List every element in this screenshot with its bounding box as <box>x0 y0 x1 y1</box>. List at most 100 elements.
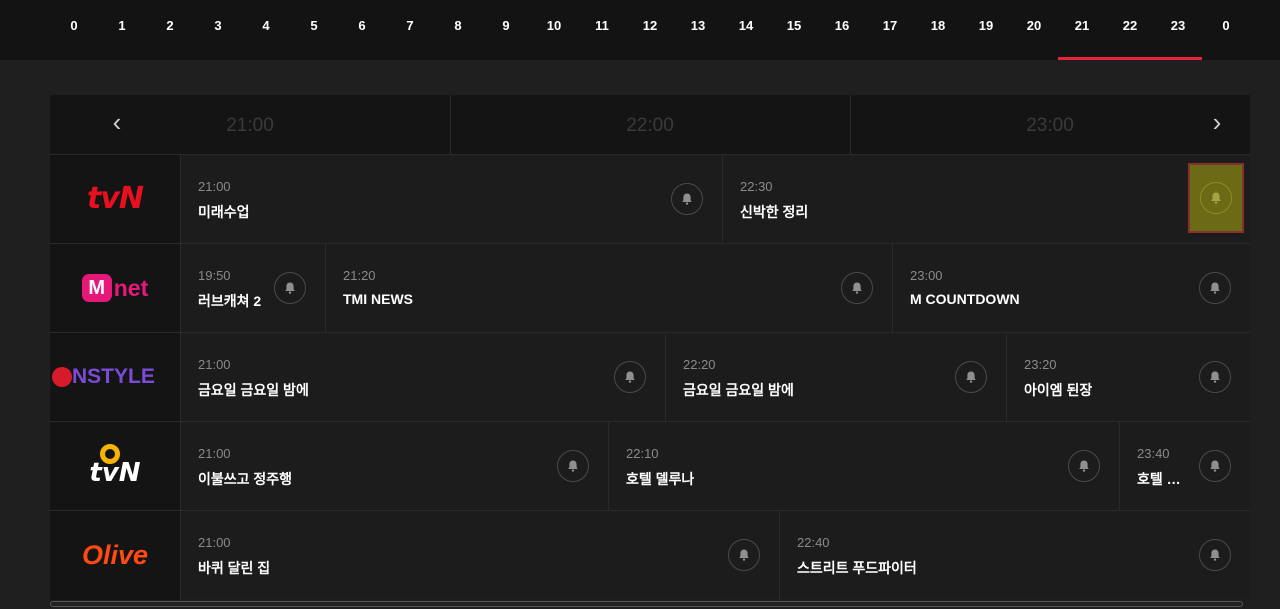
bell-icon[interactable] <box>274 272 306 304</box>
channel-logo-cell[interactable]: tvN <box>50 422 181 511</box>
bell-icon[interactable] <box>955 361 987 393</box>
program-title: 금요일 금요일 밤에 <box>683 382 794 398</box>
hour-8[interactable]: 8 <box>434 0 482 60</box>
bell-icon[interactable] <box>1199 539 1231 571</box>
program-title: 호텔 델루나 <box>626 471 695 487</box>
hour-7[interactable]: 7 <box>386 0 434 60</box>
program-cell[interactable]: 21:20 TMI NEWS <box>326 244 893 333</box>
bell-icon[interactable] <box>1199 272 1231 304</box>
program-time: 23:00 <box>910 268 943 283</box>
chevron-left-icon[interactable]: ‹ <box>100 107 134 141</box>
program-title: 호텔 … <box>1137 471 1181 487</box>
hour-bar: 0 1 2 3 4 5 6 7 8 9 10 11 12 13 14 15 16… <box>0 0 1280 60</box>
mnet-logo-text: net <box>113 275 149 301</box>
hour-17[interactable]: 17 <box>866 0 914 60</box>
hour-18[interactable]: 18 <box>914 0 962 60</box>
program-cell[interactable]: 22:40 스트리트 푸드파이터 <box>780 511 1250 600</box>
channel-logo-cell[interactable]: NSTYLE <box>50 333 181 422</box>
chevron-right-icon[interactable]: › <box>1200 107 1234 141</box>
program-title: 이불쓰고 정주행 <box>198 471 293 487</box>
otvn-logo-text: tvN <box>89 458 141 488</box>
timeline-slot: 22:00 <box>626 115 674 136</box>
program-time: 22:20 <box>683 357 716 372</box>
bell-icon[interactable] <box>557 450 589 482</box>
hour-3[interactable]: 3 <box>194 0 242 60</box>
program-time: 23:40 <box>1137 446 1170 461</box>
channel-logo-cell[interactable]: Olive <box>50 511 181 600</box>
bell-icon[interactable] <box>614 361 646 393</box>
bell-icon[interactable] <box>1068 450 1100 482</box>
hour-10[interactable]: 10 <box>530 0 578 60</box>
program-title: M COUNTDOWN <box>910 291 1020 307</box>
hour-5[interactable]: 5 <box>290 0 338 60</box>
program-title: 스트리트 푸드파이터 <box>797 560 917 576</box>
program-cell[interactable]: 21:00 바퀴 달린 집 <box>181 511 780 600</box>
bell-icon[interactable] <box>841 272 873 304</box>
hour-12[interactable]: 12 <box>626 0 674 60</box>
hour-4[interactable]: 4 <box>242 0 290 60</box>
onstyle-logo-circle <box>52 367 72 387</box>
tvn-logo: tvN <box>86 181 144 216</box>
hour-20[interactable]: 20 <box>1010 0 1058 60</box>
program-time: 21:00 <box>198 357 231 372</box>
program-time: 21:20 <box>343 268 376 283</box>
hour-19[interactable]: 19 <box>962 0 1010 60</box>
hour-1[interactable]: 1 <box>98 0 146 60</box>
hour-0[interactable]: 0 <box>50 0 98 60</box>
hour-21-active[interactable]: 21 <box>1058 0 1106 60</box>
bell-icon[interactable] <box>1199 361 1231 393</box>
otvn-logo: tvN <box>50 422 180 510</box>
hour-0-next-day[interactable]: 0 <box>1202 0 1250 60</box>
bell-icon[interactable] <box>671 183 703 215</box>
hour-6[interactable]: 6 <box>338 0 386 60</box>
channel-row-olive: Olive 21:00 바퀴 달린 집 22:40 스트리트 푸드파이터 <box>50 510 1250 600</box>
mnet-logo: Mnet <box>50 244 180 332</box>
olive-logo: Olive <box>81 540 149 570</box>
timeline-slot: 23:00 <box>1026 115 1074 136</box>
program-cell[interactable]: 21:00 미래수업 <box>181 155 723 244</box>
hour-14[interactable]: 14 <box>722 0 770 60</box>
program-time: 21:00 <box>198 535 231 550</box>
hour-15[interactable]: 15 <box>770 0 818 60</box>
program-time: 22:30 <box>740 179 773 194</box>
program-time: 21:00 <box>198 179 231 194</box>
channel-row-tvn: tvN 21:00 미래수업 22:30 신박한 정리 <box>50 154 1250 244</box>
channel-row-mnet: Mnet 19:50 러브캐쳐 2 21:20 TMI NEWS 23:00 M… <box>50 243 1250 333</box>
horizontal-scrollbar[interactable] <box>50 601 1243 607</box>
bell-button-highlighted[interactable] <box>1188 163 1244 233</box>
hour-16[interactable]: 16 <box>818 0 866 60</box>
schedule-board: 21:00 22:00 23:00 ‹ › tvN 21:00 미래수업 22:… <box>50 95 1250 609</box>
program-time: 22:10 <box>626 446 659 461</box>
bell-icon[interactable] <box>728 539 760 571</box>
hour-11[interactable]: 11 <box>578 0 626 60</box>
hour-23[interactable]: 23 <box>1154 0 1202 60</box>
program-cell[interactable]: 22:10 호텔 델루나 <box>609 422 1120 511</box>
program-cell[interactable]: 19:50 러브캐쳐 2 <box>181 244 326 333</box>
program-cell[interactable]: 22:20 금요일 금요일 밤에 <box>666 333 1007 422</box>
hour-9[interactable]: 9 <box>482 0 530 60</box>
channel-row-onstyle: NSTYLE 21:00 금요일 금요일 밤에 22:20 금요일 금요일 밤에… <box>50 332 1250 422</box>
channel-logo-cell[interactable]: Mnet <box>50 244 181 333</box>
program-title: 아이엠 된장 <box>1024 382 1093 398</box>
hour-22[interactable]: 22 <box>1106 0 1154 60</box>
program-time: 19:50 <box>198 268 231 283</box>
channel-row-otvn: tvN 21:00 이불쓰고 정주행 22:10 호텔 델루나 23:40 호텔… <box>50 421 1250 511</box>
program-cell[interactable]: 21:00 이불쓰고 정주행 <box>181 422 609 511</box>
hour-2[interactable]: 2 <box>146 0 194 60</box>
program-title: TMI NEWS <box>343 291 413 307</box>
program-cell[interactable]: 21:00 금요일 금요일 밤에 <box>181 333 666 422</box>
hour-13[interactable]: 13 <box>674 0 722 60</box>
program-time: 23:20 <box>1024 357 1057 372</box>
program-cell[interactable]: 22:30 신박한 정리 <box>723 155 1250 244</box>
program-cell[interactable]: 23:00 M COUNTDOWN <box>893 244 1250 333</box>
program-title: 미래수업 <box>198 204 250 220</box>
bell-icon[interactable] <box>1200 182 1232 214</box>
program-title: 바퀴 달린 집 <box>198 560 271 576</box>
program-cell[interactable]: 23:40 호텔 … <box>1120 422 1250 511</box>
program-cell[interactable]: 23:20 아이엠 된장 <box>1007 333 1250 422</box>
bell-icon[interactable] <box>1199 450 1231 482</box>
timeline-header: 21:00 22:00 23:00 ‹ › <box>50 95 1250 154</box>
onstyle-logo: NSTYLE <box>50 333 180 421</box>
channel-logo-cell[interactable]: tvN <box>50 155 181 244</box>
mnet-logo-mark: M <box>81 274 112 302</box>
